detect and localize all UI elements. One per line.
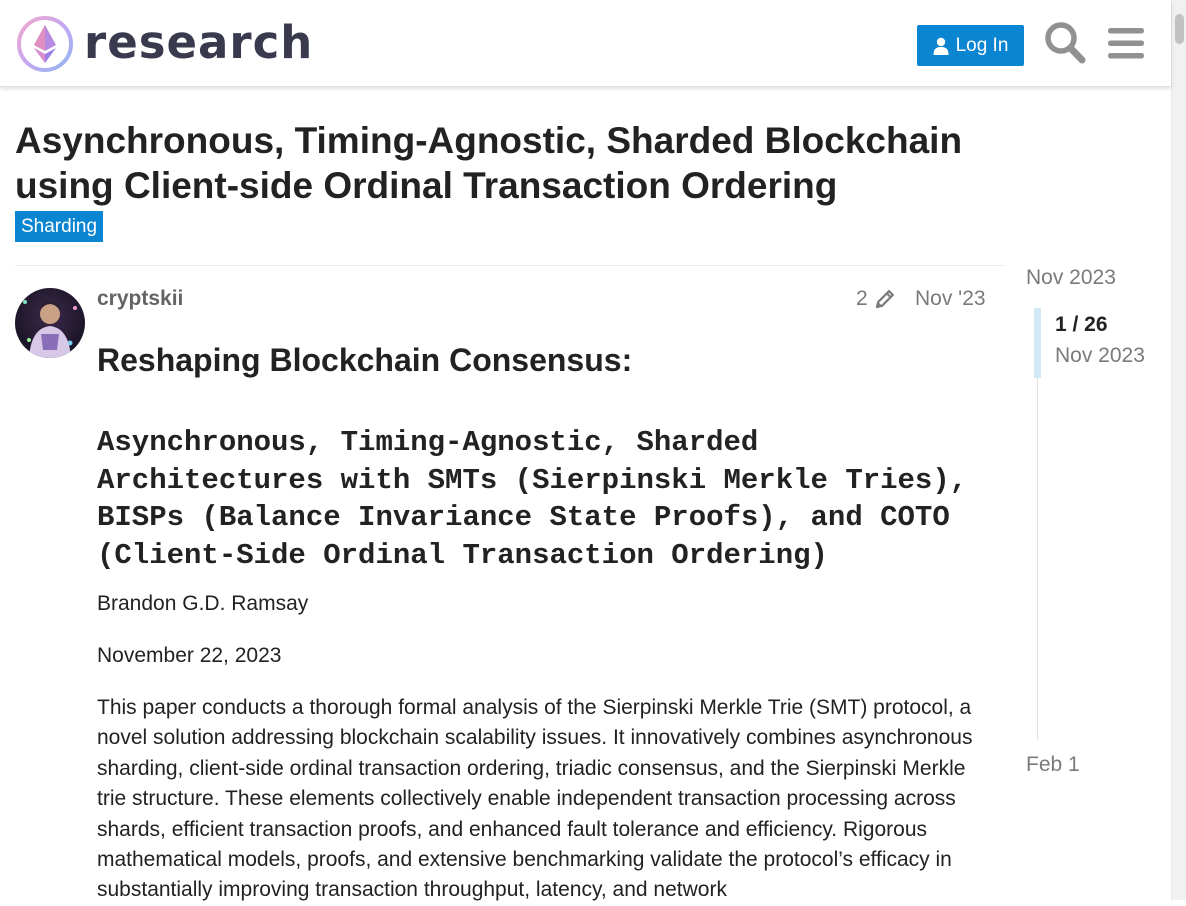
site-logo-icon[interactable] — [16, 15, 74, 73]
category-badge[interactable]: Sharding — [15, 211, 104, 242]
timeline-position-date: Nov 2023 — [1055, 344, 1145, 367]
timeline-end-date[interactable]: Feb 1 — [1026, 753, 1080, 777]
post-date[interactable]: Nov '23 — [915, 286, 986, 312]
site-name[interactable]: research — [84, 14, 313, 72]
search-icon[interactable] — [1043, 20, 1087, 66]
paper-date: November 22, 2023 — [97, 644, 282, 667]
login-label: Log In — [955, 34, 1009, 56]
hamburger-menu-icon[interactable] — [1104, 20, 1148, 66]
edit-history-button[interactable]: 2 — [856, 286, 896, 312]
post-heading: Reshaping Blockchain Consensus: — [97, 342, 633, 378]
paper-abstract: This paper conducts a thorough formal an… — [97, 696, 973, 902]
topic-title[interactable]: Asynchronous, Timing-Agnostic, Sharded B… — [15, 118, 1015, 208]
avatar-image-icon — [15, 288, 85, 358]
post-subheading: Asynchronous, Timing-Agnostic, Sharded A… — [97, 426, 968, 572]
paper-author: Brandon G.D. Ramsay — [97, 592, 309, 615]
post-username[interactable]: cryptskii — [97, 286, 183, 312]
timeline-position: 1 / 26 — [1055, 313, 1108, 336]
timeline-start-date[interactable]: Nov 2023 — [1026, 266, 1116, 290]
site-header: research Log In — [0, 0, 1171, 87]
timeline-scroller-handle[interactable] — [1034, 308, 1041, 378]
pencil-icon — [875, 290, 894, 309]
user-icon — [933, 37, 949, 55]
avatar[interactable] — [15, 288, 85, 358]
scrollbar-thumb[interactable] — [1175, 14, 1184, 44]
login-button[interactable]: Log In — [917, 25, 1024, 66]
divider — [15, 265, 1005, 266]
edit-count: 2 — [856, 287, 868, 310]
page-scrollbar[interactable] — [1171, 0, 1186, 900]
